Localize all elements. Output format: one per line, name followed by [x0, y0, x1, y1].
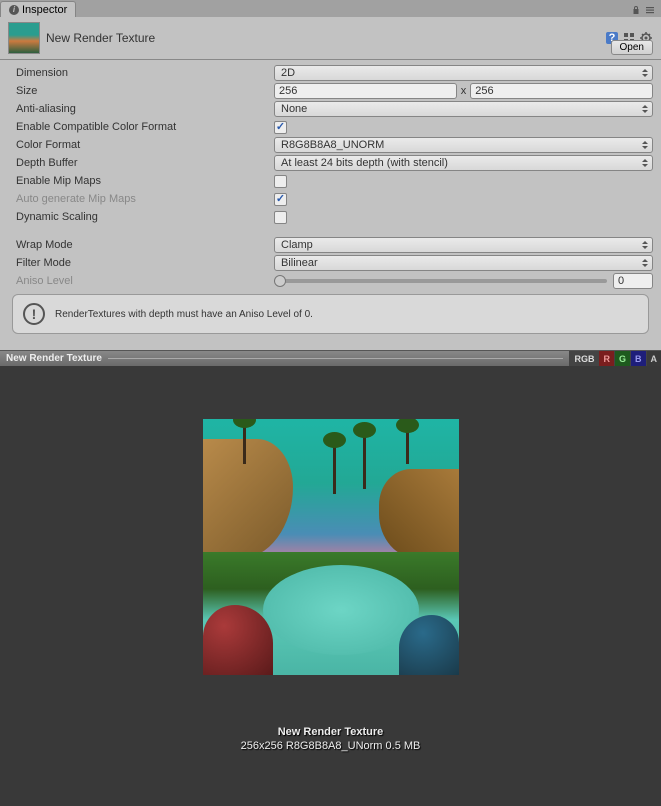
preview-divider [108, 358, 564, 359]
dynamic-scaling-label: Dynamic Scaling [16, 211, 274, 223]
color-format-label: Color Format [16, 139, 274, 151]
preview-area[interactable]: New Render Texture 256x256 R8G8B8A8_UNor… [0, 366, 661, 806]
channel-buttons: RGB R G B A [569, 351, 661, 366]
menu-icon[interactable] [645, 5, 655, 15]
slider-thumb [274, 275, 286, 287]
channel-b-button[interactable]: B [630, 351, 646, 366]
caption-name: New Render Texture [241, 725, 421, 739]
caption-details: 256x256 R8G8B8A8_UNorm 0.5 MB [241, 739, 421, 753]
asset-thumbnail [8, 22, 40, 54]
filter-mode-dropdown[interactable]: Bilinear [274, 255, 653, 271]
info-icon: ! [23, 303, 45, 325]
size-width-input[interactable] [274, 83, 457, 99]
color-format-dropdown[interactable]: R8G8B8A8_UNORM [274, 137, 653, 153]
depth-buffer-dropdown[interactable]: At least 24 bits depth (with stencil) [274, 155, 653, 171]
auto-mipmaps-label: Auto generate Mip Maps [16, 193, 274, 205]
aniso-level-slider [274, 279, 607, 283]
asset-header: New Render Texture ? [0, 17, 661, 60]
channel-a-button[interactable]: A [646, 351, 661, 366]
preview-header[interactable]: New Render Texture RGB R G B A [0, 350, 661, 366]
lock-icon[interactable] [631, 5, 641, 15]
enable-mipmaps-label: Enable Mip Maps [16, 175, 274, 187]
inspector-tab-bar: i Inspector [0, 0, 661, 17]
properties-panel: Dimension 2D Size x Anti-aliasing None E… [0, 60, 661, 350]
dimension-label: Dimension [16, 67, 274, 79]
channel-g-button[interactable]: G [614, 351, 630, 366]
depth-buffer-label: Depth Buffer [16, 157, 274, 169]
aniso-level-label: Aniso Level [16, 275, 274, 287]
aniso-level-input [613, 273, 653, 289]
wrap-mode-label: Wrap Mode [16, 239, 274, 251]
info-box: ! RenderTextures with depth must have an… [12, 294, 649, 334]
compat-color-label: Enable Compatible Color Format [16, 121, 274, 133]
size-height-input[interactable] [470, 83, 653, 99]
info-icon: i [9, 5, 19, 15]
inspector-tab[interactable]: i Inspector [0, 1, 76, 17]
wrap-mode-dropdown[interactable]: Clamp [274, 237, 653, 253]
info-text: RenderTextures with depth must have an A… [55, 309, 313, 320]
antialiasing-dropdown[interactable]: None [274, 101, 653, 117]
auto-mipmaps-checkbox [274, 193, 287, 206]
preview-title: New Render Texture [0, 353, 102, 364]
size-x: x [461, 85, 467, 97]
open-button[interactable]: Open [611, 40, 653, 55]
enable-mipmaps-checkbox[interactable] [274, 175, 287, 188]
channel-rgb-button[interactable]: RGB [569, 351, 598, 366]
antialiasing-label: Anti-aliasing [16, 103, 274, 115]
render-texture-preview [203, 419, 459, 675]
size-label: Size [16, 85, 274, 97]
dimension-dropdown[interactable]: 2D [274, 65, 653, 81]
filter-mode-label: Filter Mode [16, 257, 274, 269]
dynamic-scaling-checkbox[interactable] [274, 211, 287, 224]
tab-bar-right [631, 5, 661, 17]
compat-color-checkbox[interactable] [274, 121, 287, 134]
tab-label: Inspector [22, 4, 67, 16]
preview-caption: New Render Texture 256x256 R8G8B8A8_UNor… [241, 725, 421, 754]
asset-name[interactable]: New Render Texture [46, 31, 599, 45]
channel-r-button[interactable]: R [598, 351, 614, 366]
